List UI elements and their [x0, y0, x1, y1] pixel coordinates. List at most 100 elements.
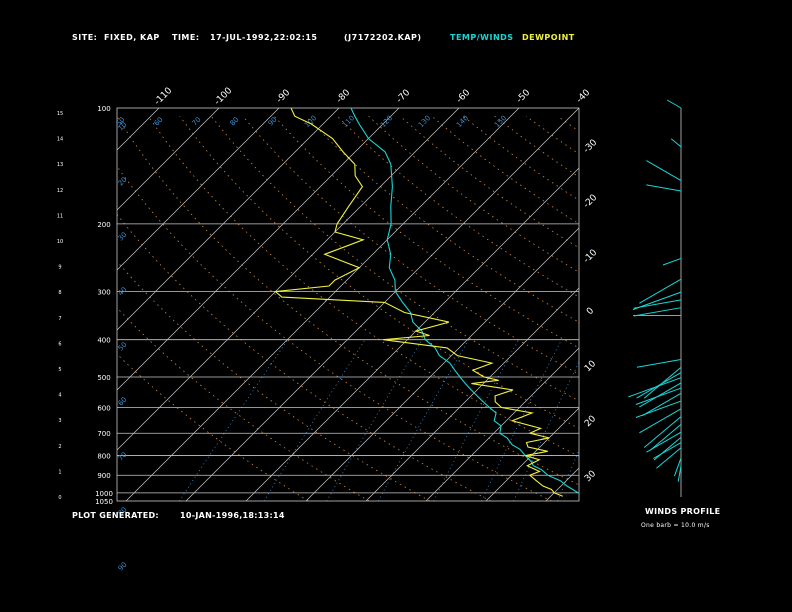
pressure-tick-label: 100: [97, 105, 110, 113]
mixing-ratio-label: 30: [117, 231, 129, 243]
height-tick-label: 8: [58, 290, 61, 296]
isotherm-top-label: -90: [275, 88, 293, 106]
wind-barb: [677, 465, 682, 482]
dry-adiabat-line: [117, 213, 491, 501]
dry-adiabat-line: [117, 115, 579, 486]
mixing-ratio-line: [263, 339, 366, 501]
dry-adiabat-line: [273, 115, 579, 349]
isotherm-top-label: -50: [515, 88, 533, 106]
dry-adiabat-line: [117, 353, 309, 501]
isotherm-line: [606, 108, 792, 501]
dry-adiabat-line: [399, 115, 579, 249]
dewpoint-profile-line: [274, 108, 564, 497]
isotherm-line: [666, 108, 792, 501]
wind-barb: [635, 387, 682, 405]
isotherm-top-label: -80: [335, 88, 353, 106]
height-tick-label: 3: [58, 418, 61, 424]
wind-barb: [646, 184, 682, 192]
pressure-tick-label: 400: [97, 337, 110, 345]
dry-adiabat-line: [621, 116, 792, 501]
axis-labels: 1002003004005006007008009001000105015141…: [57, 86, 600, 573]
adiabat-label: 120: [379, 114, 394, 129]
adiabat-label: 90: [267, 116, 279, 128]
wind-barb: [656, 447, 682, 469]
pressure-tick-label: 600: [97, 404, 110, 412]
dry-adiabat-line: [589, 116, 792, 501]
height-tick-label: 0: [58, 495, 61, 501]
dry-adiabat-line: [336, 115, 579, 298]
dry-adiabat-line: [117, 260, 431, 501]
wind-barb: [646, 160, 682, 182]
wind-barb: [650, 424, 682, 451]
height-tick-label: 5: [58, 367, 61, 373]
isotherm-top-label: -100: [213, 86, 235, 108]
height-tick-label: 6: [58, 341, 61, 347]
isotherms: [0, 108, 792, 501]
pressure-tick-label: 700: [97, 430, 110, 438]
mixing-ratio-label: 70: [117, 451, 129, 463]
isotherm-line: [117, 108, 460, 451]
plot-generated-value: 10-JAN-1996,18:13:14: [180, 511, 285, 520]
adiabat-label: 140: [455, 114, 470, 129]
height-tick-label: 14: [57, 137, 63, 143]
isotherm-line: [117, 108, 160, 151]
height-tick-label: 15: [57, 111, 63, 117]
wind-barb: [633, 307, 682, 317]
mixing-ratio-label: 60: [117, 396, 129, 408]
wind-barb: [653, 442, 682, 459]
isotherm-line: [117, 108, 400, 391]
pressure-tick-label: 500: [97, 374, 110, 382]
temperature-profile-line: [350, 108, 579, 494]
dry-adiabat-line: [147, 115, 579, 457]
height-tick-label: 2: [58, 444, 61, 450]
adiabat-label: 80: [229, 116, 241, 128]
mixing-ratio-label: 90: [117, 561, 129, 573]
isotherm-line: [425, 347, 579, 501]
adiabat-label: 110: [341, 114, 356, 129]
isotherm-line: [0, 108, 39, 501]
isotherm-right-label: 0: [585, 306, 596, 317]
adiabat-label: 130: [417, 114, 432, 129]
isotherm-line: [545, 467, 579, 501]
height-tick-label: 11: [57, 213, 63, 219]
isotherm-right-label: 10: [583, 359, 598, 374]
mixing-ratio-line: [326, 339, 423, 501]
isotherm-line: [117, 108, 280, 271]
wind-barb: [653, 436, 682, 461]
skew-t-chart: 1002003004005006007008009001000105015141…: [0, 86, 792, 573]
wind-profile: [628, 99, 682, 497]
height-tick-label: 12: [57, 188, 63, 194]
wind-barb: [666, 99, 682, 109]
pressure-tick-label: 1000: [95, 490, 113, 498]
isotherm-right-label: 30: [583, 469, 598, 484]
plot-generated-label: PLOT GENERATED:: [72, 511, 159, 520]
isotherm-top-label: -110: [153, 86, 175, 108]
mixing-ratio-line: [377, 339, 470, 501]
pressure-tick-label: 200: [97, 221, 110, 229]
isotherm-right-label: -30: [582, 138, 600, 156]
wind-barb: [662, 257, 682, 266]
isotherm-line: [726, 108, 792, 501]
isotherm-top-label: -70: [395, 88, 413, 106]
isotherm-line: [305, 227, 579, 501]
barb-scale-note: One barb = 10.0 m/s: [641, 522, 710, 529]
adiabat-label: 60: [153, 116, 165, 128]
isotherm-line: [125, 108, 520, 501]
isotherm-right-label: -20: [582, 193, 600, 211]
dry-adiabat-line: [117, 307, 370, 501]
mixing-ratio-label: 20: [117, 176, 129, 188]
mixing-ratio-label: 50: [117, 341, 129, 353]
dry-adiabat-line: [431, 115, 579, 225]
dry-adiabat-line: [368, 115, 579, 273]
wind-barb: [636, 359, 682, 368]
wind-barb: [635, 400, 682, 418]
height-tick-label: 10: [57, 239, 63, 245]
dry-adiabat-line: [179, 115, 579, 429]
height-tick-label: 1: [58, 469, 61, 475]
pressure-tick-label: 900: [97, 472, 110, 480]
isotherm-line: [185, 108, 579, 501]
dry-adiabat-line: [242, 115, 579, 375]
isotherm-line: [485, 407, 579, 501]
height-tick-label: 4: [58, 393, 61, 399]
isotherm-line: [0, 108, 99, 501]
